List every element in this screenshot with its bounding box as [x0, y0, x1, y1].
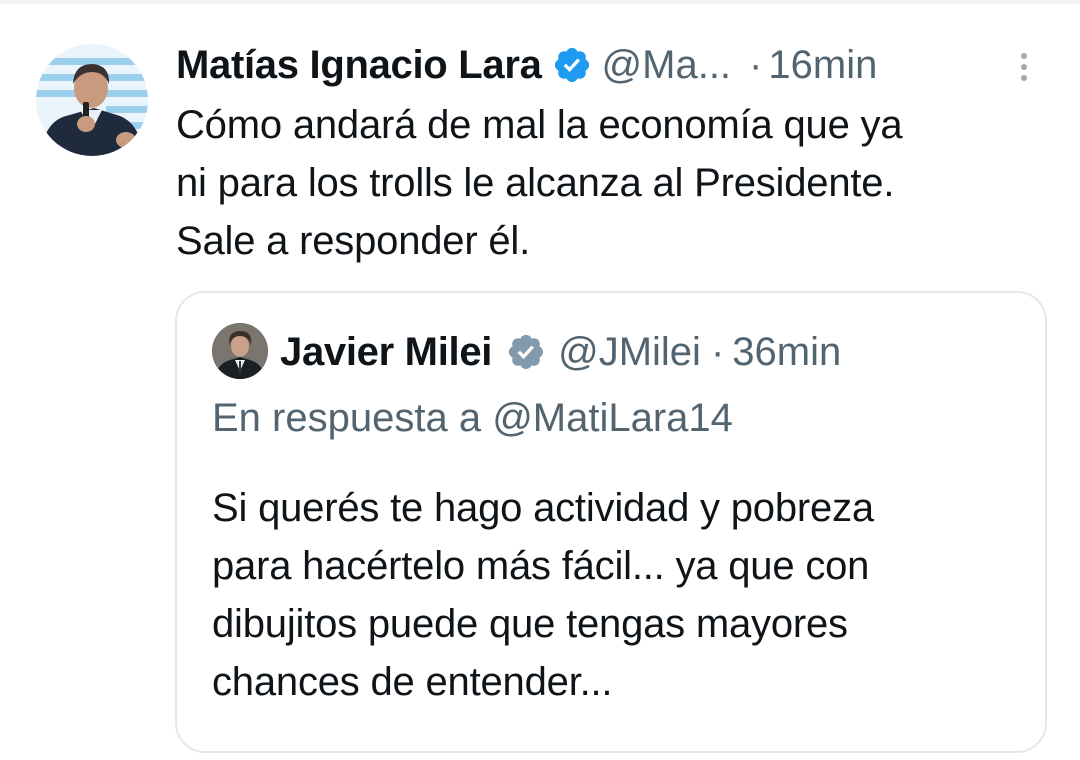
tweet-header: Matías Ignacio Lara @Ma... · 16min: [176, 38, 877, 92]
tweet-timestamp[interactable]: 16min: [768, 43, 877, 88]
quoted-author-name[interactable]: Javier Milei: [280, 330, 492, 375]
tweet[interactable]: Matías Ignacio Lara @Ma... · 16min Cómo …: [0, 0, 1080, 760]
tweet-text: Cómo andará de mal la economía que ya ni…: [176, 103, 903, 263]
author-avatar-image: [36, 44, 148, 156]
quoted-tweet-text: Si querés te hago actividad y pobreza pa…: [212, 486, 874, 704]
quoted-verified-badge-icon[interactable]: [506, 332, 546, 372]
quoted-author-handle[interactable]: @JMilei: [558, 330, 701, 375]
author-name[interactable]: Matías Ignacio Lara: [176, 43, 542, 88]
author-avatar[interactable]: [36, 44, 148, 156]
more-options-icon[interactable]: [1012, 48, 1036, 86]
reply-prefix: En respuesta a: [212, 396, 493, 440]
quoted-tweet-card[interactable]: Javier Milei @JMilei · 36min En respuest…: [175, 291, 1047, 753]
quoted-author-avatar-image: [212, 323, 268, 379]
separator-dot: ·: [749, 42, 763, 87]
quoted-author-avatar[interactable]: [212, 323, 268, 379]
reply-handle-link[interactable]: @MatiLara14: [492, 396, 733, 440]
quoted-separator-dot: ·: [710, 329, 725, 374]
reply-context: En respuesta a @MatiLara14: [212, 389, 733, 447]
quoted-tweet-header: Javier Milei @JMilei · 36min: [280, 323, 841, 381]
quoted-tweet-timestamp[interactable]: 36min: [732, 330, 841, 375]
verified-badge-icon[interactable]: [552, 45, 592, 85]
author-handle[interactable]: @Ma...: [602, 43, 732, 88]
